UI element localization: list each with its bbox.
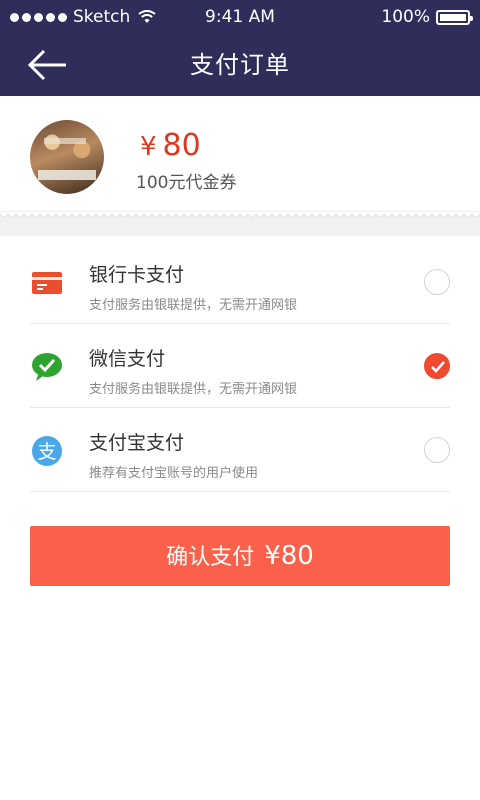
battery-percent: 100% (381, 7, 430, 27)
svg-text:支: 支 (37, 441, 56, 463)
currency-symbol: ¥ (140, 132, 157, 162)
radio-alipay[interactable] (424, 437, 450, 463)
payment-method-alipay[interactable]: 支 支付宝支付 推荐有支付宝账号的用户使用 (30, 408, 450, 492)
confirm-label: 确认支付 (166, 545, 255, 570)
zigzag-divider (0, 211, 480, 236)
confirm-pay-button[interactable]: 确认支付 ¥80 (30, 526, 450, 586)
method-name: 支付宝支付 (89, 432, 185, 454)
check-icon (431, 361, 445, 373)
voucher-label: 100元代金券 (136, 173, 237, 193)
order-summary: ¥80 100元代金券 (0, 96, 480, 236)
confirm-amount: ¥80 (264, 541, 314, 571)
battery-group: 100% (381, 0, 473, 34)
payment-method-bank-card[interactable]: 银行卡支付 支付服务由银联提供，无需开通网银 (30, 240, 450, 324)
bank-card-icon (32, 272, 62, 294)
page-title: 支付订单 (190, 51, 290, 79)
method-desc: 支付服务由银联提供，无需开通网银 (89, 382, 298, 397)
price-amount: 80 (162, 128, 201, 163)
nav-bar: 支付订单 (0, 34, 480, 96)
payment-methods: 银行卡支付 支付服务由银联提供，无需开通网银 微信支付 支付服务由银联提供，无需… (0, 240, 480, 492)
method-name: 银行卡支付 (89, 264, 185, 286)
payment-method-wechat[interactable]: 微信支付 支付服务由银联提供，无需开通网银 (30, 324, 450, 408)
battery-icon (436, 9, 473, 25)
status-bar: Sketch 9:41 AM 100% (0, 0, 480, 34)
wechat-icon (32, 353, 62, 381)
radio-wechat[interactable] (424, 353, 450, 379)
wave-edge-icon (0, 211, 480, 217)
merchant-avatar (30, 120, 104, 194)
radio-bank-card[interactable] (424, 269, 450, 295)
method-name: 微信支付 (89, 348, 166, 370)
method-desc: 推荐有支付宝账号的用户使用 (89, 466, 259, 481)
method-desc: 支付服务由银联提供，无需开通网银 (89, 298, 298, 313)
order-price: ¥80 (140, 126, 201, 167)
alipay-icon: 支 (32, 436, 62, 466)
top-bar: Sketch 9:41 AM 100% 支付订单 (0, 0, 480, 96)
